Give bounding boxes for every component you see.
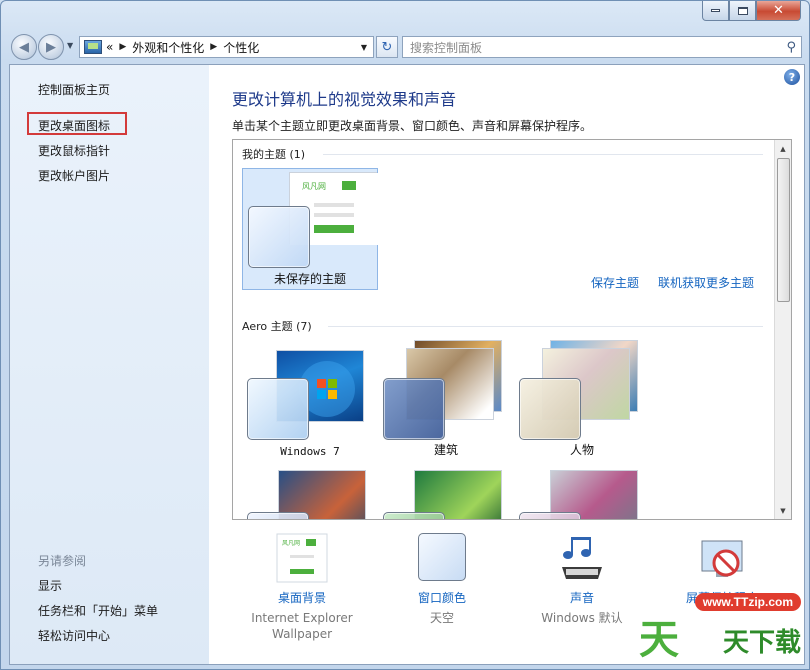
aero-themes-heading: Aero 主题 (7) <box>242 320 312 333</box>
refresh-icon: ↻ <box>381 39 393 55</box>
desktop-background-setting[interactable]: 风凡网 桌面背景 Internet Explorer Wallpaper <box>237 533 367 642</box>
window-color-swatch <box>519 512 581 519</box>
scroll-down-icon[interactable]: ▼ <box>775 502 791 519</box>
see-also-taskbar-start-menu[interactable]: 任务栏和「开始」菜单 <box>38 602 158 619</box>
theme-name: Windows 7 <box>280 445 340 458</box>
minimize-icon <box>711 9 720 12</box>
sidebar-item-change-mouse-pointers[interactable]: 更改鼠标指针 <box>38 142 110 159</box>
see-also-heading: 另请参阅 <box>38 554 87 568</box>
search-icon[interactable]: ⚲ <box>786 40 796 55</box>
main-pane: ? 更改计算机上的视觉效果和声音 单击某个主题立即更改桌面背景、窗口颜色、声音和… <box>209 65 804 664</box>
wallpaper-thumbnail: 风凡网 <box>276 533 328 583</box>
scroll-up-icon[interactable]: ▲ <box>775 140 791 157</box>
scrollbar-thumb[interactable] <box>777 158 790 302</box>
watermark-url: www.TTzip.com <box>694 593 801 611</box>
page-title: 更改计算机上的视觉效果和声音 <box>232 90 457 109</box>
refresh-button[interactable]: ↻ <box>376 36 398 58</box>
breadcrumb-appearance[interactable]: 外观和个性化 <box>132 39 204 56</box>
breadcrumb-separator-icon[interactable]: ▶ <box>210 42 217 52</box>
save-theme-link[interactable]: 保存主题 <box>591 274 639 291</box>
watermark: www.TTzip.com 天 天下载 <box>639 589 809 669</box>
sounds-link[interactable]: 声音 <box>517 589 647 606</box>
theme-tile-unsaved[interactable]: 风凡网 未保存的主题 <box>242 168 378 290</box>
desktop-background-link[interactable]: 桌面背景 <box>237 589 367 606</box>
sounds-value: Windows 默认 <box>541 611 623 625</box>
forward-arrow-icon: ▶ <box>46 39 56 55</box>
svg-text:风凡网: 风凡网 <box>302 182 326 191</box>
theme-tile-windows7[interactable]: Windows 7 <box>242 338 378 460</box>
close-icon: ✕ <box>773 3 784 18</box>
task-pane: 控制面板主页 更改桌面图标 更改鼠标指针 更改帐户图片 另请参阅 显示 任务栏和… <box>10 65 209 664</box>
desktop-background-icon: 风凡网 <box>276 533 328 583</box>
theme-list-scrollbar[interactable]: ▲ ▼ <box>774 140 791 519</box>
back-button[interactable]: ◀ <box>11 34 37 60</box>
window-color-value: 天空 <box>429 611 454 625</box>
see-also-ease-of-access[interactable]: 轻松访问中心 <box>38 627 110 644</box>
see-also-display[interactable]: 显示 <box>38 577 62 594</box>
sounds-icon <box>556 533 608 583</box>
forward-button[interactable]: ▶ <box>38 34 64 60</box>
theme-tile-scenes[interactable] <box>514 468 650 519</box>
window-color-swatch <box>247 378 309 440</box>
svg-text:风凡网: 风凡网 <box>282 540 300 547</box>
get-more-themes-link[interactable]: 联机获取更多主题 <box>658 274 754 291</box>
back-arrow-icon: ◀ <box>19 39 29 55</box>
sidebar-item-control-panel-home[interactable]: 控制面板主页 <box>38 81 110 98</box>
window-color-swatch <box>383 378 445 440</box>
theme-name: 人物 <box>569 443 594 457</box>
theme-list[interactable]: 我的主题 (1) 风凡网 未保存的主题 保存主题 联机获取更多主题 Aero 主… <box>232 139 792 520</box>
window-color-swatch <box>519 378 581 440</box>
breadcrumb-overflow[interactable]: « <box>106 40 113 54</box>
window-color-swatch <box>248 206 310 268</box>
maximize-icon <box>737 6 748 15</box>
theme-tile-characters[interactable]: 人物 <box>514 338 650 460</box>
no-screensaver-icon <box>701 540 743 577</box>
my-themes-heading: 我的主题 (1) <box>242 148 306 161</box>
content-area: 控制面板主页 更改桌面图标 更改鼠标指针 更改帐户图片 另请参阅 显示 任务栏和… <box>9 64 805 665</box>
theme-tile-nature[interactable] <box>378 468 514 519</box>
watermark-text: 天下载 <box>722 628 801 658</box>
window-color-setting[interactable]: 窗口颜色 天空 <box>377 533 507 626</box>
music-note-speaker-icon <box>562 537 602 579</box>
search-placeholder: 搜索控制面板 <box>410 40 483 55</box>
page-description: 单击某个主题立即更改桌面背景、窗口颜色、声音和屏幕保护程序。 <box>232 119 593 133</box>
watermark-logo-icon: 天 <box>639 617 679 663</box>
sidebar-item-change-account-picture[interactable]: 更改帐户图片 <box>38 167 110 184</box>
breadcrumb-personalization[interactable]: 个性化 <box>223 39 259 56</box>
window-color-swatch <box>418 533 466 581</box>
breadcrumb-separator-icon[interactable]: ▶ <box>119 42 126 52</box>
control-panel-window: ✕ ◀ ▶ ▼ « ▶ 外观和个性化 ▶ 个性化 ▼ ↻ 搜索控制面板 ⚲ 控制… <box>0 0 810 670</box>
close-button[interactable]: ✕ <box>756 1 801 21</box>
help-icon[interactable]: ? <box>784 69 800 85</box>
navigation-bar: ◀ ▶ ▼ « ▶ 外观和个性化 ▶ 个性化 ▼ ↻ 搜索控制面板 ⚲ <box>9 31 803 61</box>
caption-buttons: ✕ <box>702 1 801 21</box>
search-input[interactable]: 搜索控制面板 ⚲ <box>402 36 802 58</box>
theme-name: 未保存的主题 <box>273 272 346 286</box>
window-color-swatch <box>247 512 309 519</box>
maximize-button[interactable] <box>729 1 756 21</box>
address-bar[interactable]: « ▶ 外观和个性化 ▶ 个性化 ▼ <box>79 36 374 58</box>
divider <box>328 326 763 327</box>
theme-name: 建筑 <box>433 443 458 457</box>
window-color-icon <box>416 533 468 583</box>
sounds-setting[interactable]: 声音 Windows 默认 <box>517 533 647 626</box>
address-dropdown-icon[interactable]: ▼ <box>361 43 367 52</box>
window-color-swatch <box>383 512 445 519</box>
sidebar-item-change-desktop-icons[interactable]: 更改桌面图标 <box>38 117 110 134</box>
window-color-link[interactable]: 窗口颜色 <box>377 589 507 606</box>
theme-tile-architecture[interactable]: 建筑 <box>378 338 514 460</box>
screen-saver-icon <box>696 533 748 583</box>
control-panel-icon <box>84 40 102 54</box>
divider <box>323 154 763 155</box>
minimize-button[interactable] <box>702 1 729 21</box>
desktop-background-value: Internet Explorer Wallpaper <box>251 611 353 641</box>
recent-pages-chevron-icon[interactable]: ▼ <box>67 41 73 50</box>
theme-tile-landscape[interactable] <box>242 468 378 519</box>
